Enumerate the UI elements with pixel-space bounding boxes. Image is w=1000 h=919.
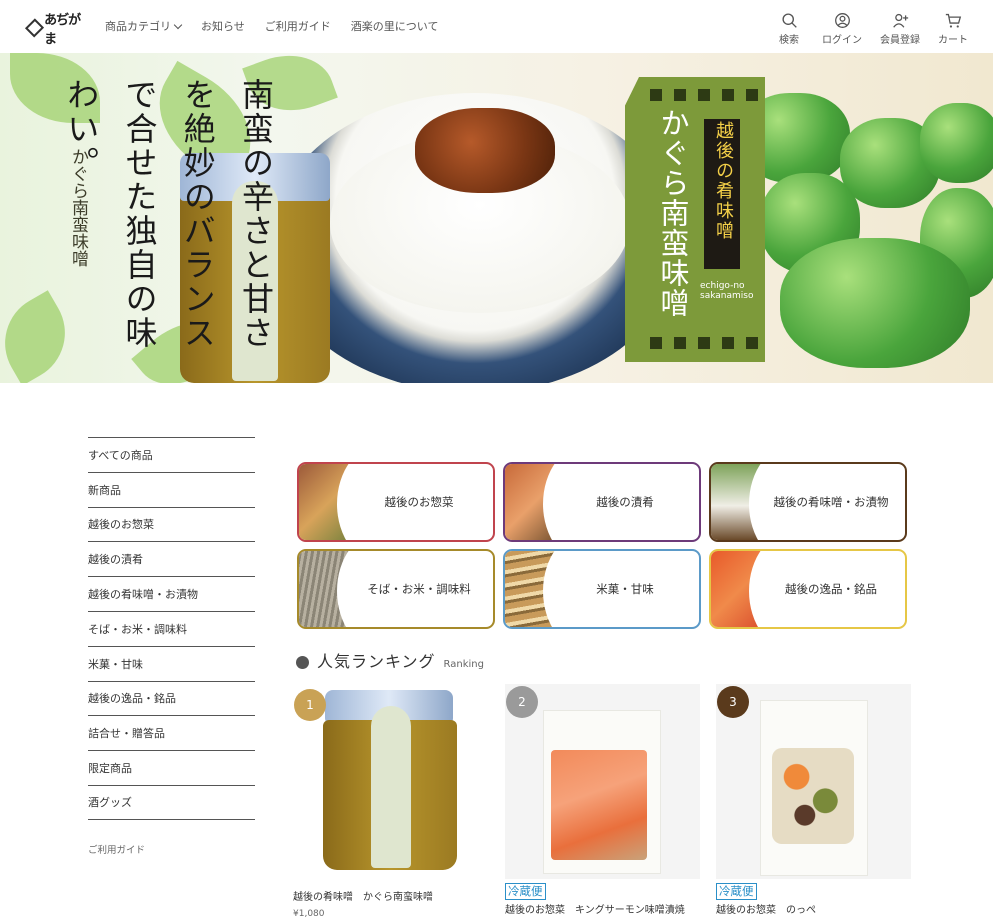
category-tile-tsukezakana[interactable]: 越後の漬肴 [503, 462, 701, 542]
category-label: 越後の肴味噌・お漬物 [773, 495, 889, 509]
product-banner [625, 77, 765, 362]
cart-label: カート [938, 35, 968, 46]
ranking-title: 人気ランキング [317, 652, 436, 671]
signup-button[interactable]: 会員登録 [880, 12, 920, 46]
banner-subtitle: 越後の肴味噌 [713, 121, 734, 241]
sidebar-item-gift[interactable]: 詰合せ・贈答品 [88, 715, 255, 750]
hero-copy: 南蛮の辛さと甘さを絶妙のバランスで合せた独自の味わい。 [62, 78, 275, 350]
jar-label [371, 706, 411, 868]
rank-badge: 3 [717, 686, 749, 718]
ranking-card-2[interactable]: 2 冷蔵便 越後のお惣菜 キングサーモン味噌漬焼 [505, 684, 700, 916]
site-logo[interactable]: あぢがま [24, 13, 88, 47]
cart-button[interactable]: カート [938, 12, 968, 46]
sidebar-guide-link[interactable]: ご利用ガイド [88, 842, 255, 856]
hero-slider[interactable]: かぐら南蛮味噌 南蛮の辛さと甘さを絶妙のバランスで合せた独自の味わい。 かぐら南… [0, 53, 993, 383]
ranking-subtitle: Ranking [443, 659, 484, 670]
sidebar-item-all[interactable]: すべての商品 [88, 437, 255, 472]
category-tile-osozai[interactable]: 越後のお惣菜 [297, 462, 495, 542]
miso-topping-image [415, 108, 555, 193]
rank-badge: 1 [294, 689, 326, 721]
banner-check-pattern [650, 89, 760, 101]
rank-badge: 2 [506, 686, 538, 718]
cart-icon [945, 13, 961, 28]
logo-mark-icon [24, 18, 45, 38]
signup-label: 会員登録 [880, 35, 920, 46]
search-icon [781, 13, 797, 28]
product-name: 越後のお惣菜 のっぺ [716, 905, 816, 916]
category-tile-ippin[interactable]: 越後の逸品・銘品 [709, 549, 907, 629]
banner-title: かぐら南蛮味噌 [656, 108, 690, 318]
header-actions: 検索 ログイン 会員登録 カート [774, 12, 968, 46]
nav-guide[interactable]: ご利用ガイド [265, 18, 331, 34]
ranking-card-1[interactable]: 1 越後の肴味噌 かぐら南蛮味噌 ¥1,080 [293, 684, 488, 919]
sidebar-item-osozai[interactable]: 越後のお惣菜 [88, 506, 255, 542]
product-name: 越後のお惣菜 キングサーモン味噌漬焼 [505, 905, 685, 916]
site-header: あぢがま 商品カテゴリ お知らせ ご利用ガイド 酒楽の里について 検索 ログイン… [0, 0, 1000, 53]
crown-icon [296, 656, 309, 669]
pepper [920, 103, 993, 183]
category-label: そば・お米・調味料 [367, 582, 471, 596]
refrigerated-tag: 冷蔵便 [505, 883, 546, 900]
category-sidebar: すべての商品 新商品 越後のお惣菜 越後の漬肴 越後の肴味噌・お漬物 そば・お米… [88, 437, 255, 856]
banner-roman: echigo-no sakanamiso [700, 281, 754, 302]
product-image: 3 [716, 684, 911, 879]
product-image: 2 [505, 684, 700, 879]
category-tiles: 越後のお惣菜 越後の漬肴 越後の肴味噌・お漬物 そば・お米・調味料 米菓・甘味 … [297, 462, 907, 629]
ranking-heading: 人気ランキング Ranking [296, 648, 484, 672]
logo-text: あぢがま [44, 13, 81, 47]
green-peppers-image [740, 93, 993, 383]
category-tile-soba[interactable]: そば・お米・調味料 [297, 549, 495, 629]
category-label: 越後の漬肴 [596, 495, 654, 509]
login-button[interactable]: ログイン [822, 12, 862, 46]
nav-categories-label: 商品カテゴリ [105, 20, 171, 33]
nav-categories[interactable]: 商品カテゴリ [105, 18, 183, 34]
nav-news[interactable]: お知らせ [201, 18, 245, 34]
pepper [780, 238, 970, 368]
sidebar-item-goods[interactable]: 酒グッズ [88, 784, 255, 820]
sidebar-item-limited[interactable]: 限定商品 [88, 750, 255, 785]
nav-about[interactable]: 酒楽の里について [351, 18, 439, 34]
nopperi-vegetables [772, 748, 854, 844]
user-circle-icon [834, 13, 850, 28]
category-tile-miso[interactable]: 越後の肴味噌・お漬物 [709, 462, 907, 542]
category-label: 米菓・甘味 [596, 582, 654, 596]
product-image: 1 [293, 684, 488, 879]
sidebar-item-tsukezakana[interactable]: 越後の漬肴 [88, 541, 255, 576]
sidebar-item-ippin[interactable]: 越後の逸品・銘品 [88, 680, 255, 716]
refrigerated-tag: 冷蔵便 [716, 883, 757, 900]
search-label: 検索 [779, 35, 799, 46]
chevron-down-icon [173, 20, 183, 30]
sidebar-item-miso[interactable]: 越後の肴味噌・お漬物 [88, 576, 255, 611]
ranking-card-3[interactable]: 3 冷蔵便 越後のお惣菜 のっぺ [716, 684, 911, 916]
banner-check-pattern [650, 337, 760, 349]
login-label: ログイン [822, 35, 862, 46]
product-name: 越後の肴味噌 かぐら南蛮味噌 [293, 892, 433, 903]
sidebar-item-soba[interactable]: そば・お米・調味料 [88, 610, 255, 646]
category-label: 越後の逸品・銘品 [785, 582, 877, 596]
user-plus-icon [892, 13, 908, 28]
sidebar-item-new[interactable]: 新商品 [88, 471, 255, 507]
category-label: 越後のお惣菜 [384, 495, 454, 509]
product-price: ¥1,080 [293, 909, 325, 919]
category-tile-beika[interactable]: 米菓・甘味 [503, 549, 701, 629]
main-nav: 商品カテゴリ お知らせ ご利用ガイド 酒楽の里について [105, 18, 438, 34]
sidebar-item-beika[interactable]: 米菓・甘味 [88, 645, 255, 681]
salmon-fillets [551, 750, 647, 860]
search-button[interactable]: 検索 [774, 12, 804, 46]
